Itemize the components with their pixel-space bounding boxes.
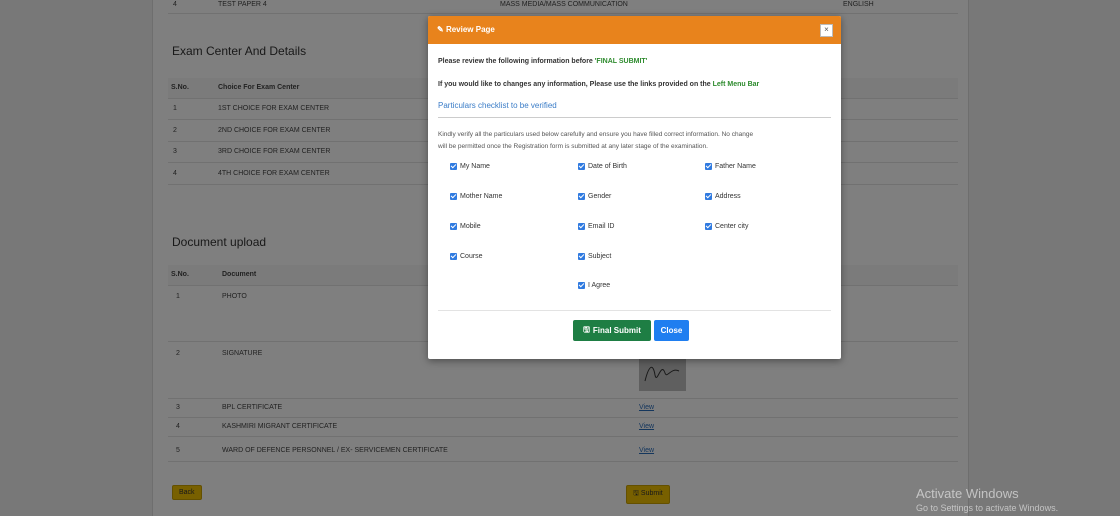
final-submit-label: Final Submit bbox=[592, 326, 641, 335]
checkbox-checked-icon bbox=[578, 163, 585, 170]
checkbox-checked-icon bbox=[450, 193, 457, 200]
final-submit-emphasis: 'FINAL SUBMIT' bbox=[594, 58, 648, 65]
check-father-name[interactable]: Father Name bbox=[705, 163, 756, 170]
watermark-line2: Go to Settings to activate Windows. bbox=[916, 503, 1059, 513]
check-label: Address bbox=[715, 193, 741, 200]
check-gender[interactable]: Gender bbox=[578, 193, 611, 200]
notice-line-1: Kindly verify all the particulars used b… bbox=[438, 131, 754, 138]
checkbox-checked-icon bbox=[578, 253, 585, 260]
windows-activation-watermark: Activate Windows Go to Settings to activ… bbox=[916, 486, 1058, 513]
check-label: Email ID bbox=[588, 223, 615, 230]
modal-header: ✎ Review Page × bbox=[428, 16, 841, 44]
check-label: Center city bbox=[715, 223, 749, 230]
checkbox-checked-icon bbox=[705, 223, 712, 230]
modal-footer-divider bbox=[438, 310, 831, 311]
checkbox-checked-icon bbox=[705, 163, 712, 170]
checkbox-checked-icon bbox=[450, 163, 457, 170]
check-label: Mobile bbox=[460, 223, 481, 230]
check-label: Subject bbox=[588, 253, 612, 260]
checkbox-checked-icon bbox=[578, 223, 585, 230]
close-button[interactable]: Close bbox=[654, 320, 689, 341]
check-date-of-birth[interactable]: Date of Birth bbox=[578, 163, 627, 170]
review-instruction-text: Please review the following information … bbox=[438, 58, 595, 65]
check-subject[interactable]: Subject bbox=[578, 253, 611, 260]
check-label: Gender bbox=[588, 193, 612, 200]
change-instruction-text: If you would like to changes any informa… bbox=[438, 81, 713, 88]
change-instruction: If you would like to changes any informa… bbox=[438, 81, 759, 88]
modal-title-text: Review Page bbox=[445, 25, 495, 34]
left-menu-bar-link[interactable]: Left Menu Bar bbox=[713, 81, 760, 88]
check-course[interactable]: Course bbox=[450, 253, 483, 260]
checkbox-checked-icon bbox=[450, 223, 457, 230]
modal-divider bbox=[438, 117, 831, 118]
edit-icon: ✎ bbox=[437, 25, 446, 34]
check-center-city[interactable]: Center city bbox=[705, 223, 748, 230]
check-label: Date of Birth bbox=[588, 163, 627, 170]
check-label: Father Name bbox=[715, 163, 756, 170]
checkbox-checked-icon bbox=[578, 282, 585, 289]
review-instruction: Please review the following information … bbox=[438, 58, 647, 65]
check-mobile[interactable]: Mobile bbox=[450, 223, 481, 230]
final-submit-button[interactable]: 🖫 Final Submit bbox=[573, 320, 651, 341]
checkbox-checked-icon bbox=[705, 193, 712, 200]
close-icon[interactable]: × bbox=[820, 24, 833, 37]
check-label: Mother Name bbox=[460, 193, 503, 200]
check-mother-name[interactable]: Mother Name bbox=[450, 193, 502, 200]
check-label: Course bbox=[460, 253, 483, 260]
check-email-id[interactable]: Email ID bbox=[578, 223, 614, 230]
watermark-line1: Activate Windows bbox=[916, 486, 1019, 501]
check-i-agree[interactable]: I Agree bbox=[578, 282, 610, 289]
save-icon: 🖫 bbox=[583, 324, 590, 334]
check-my-name[interactable]: My Name bbox=[450, 163, 490, 170]
review-modal: ✎ Review Page × Please review the follow… bbox=[428, 16, 841, 359]
checkbox-checked-icon bbox=[578, 193, 585, 200]
checkbox-checked-icon bbox=[450, 253, 457, 260]
notice-line-2: will be permitted once the Registration … bbox=[438, 143, 708, 150]
check-label: My Name bbox=[460, 163, 490, 170]
modal-title: ✎ Review Page bbox=[437, 25, 495, 34]
checklist-title: Particulars checklist to be verified bbox=[438, 101, 557, 110]
check-address[interactable]: Address bbox=[705, 193, 741, 200]
check-label: I Agree bbox=[588, 282, 611, 289]
